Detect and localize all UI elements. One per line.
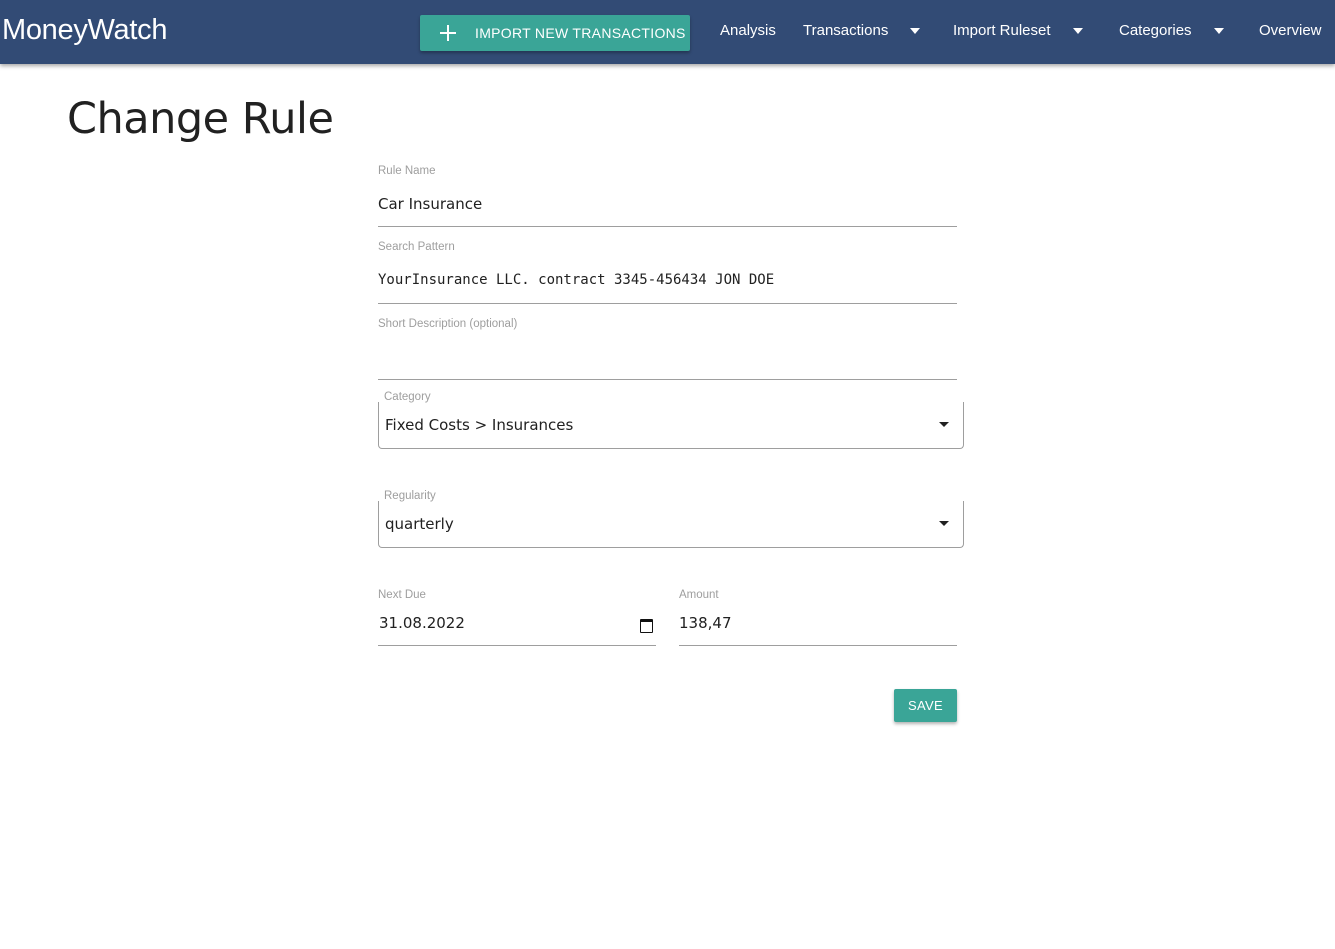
amount-label: Amount — [679, 589, 719, 601]
import-button-label: IMPORT NEW TRANSACTIONS — [475, 25, 686, 41]
page-title: Change Rule — [67, 94, 334, 144]
nav-item-label: Overview — [1259, 22, 1322, 39]
caret-down-icon — [1072, 27, 1083, 34]
category-select[interactable]: Category Fixed Costs > Insurances — [378, 391, 964, 449]
short-description-underline — [378, 379, 957, 380]
search-pattern-input[interactable]: YourInsurance LLC. contract 3345-456434 … — [378, 272, 774, 288]
short-description-field[interactable]: Short Description (optional) — [378, 318, 957, 380]
category-selected-value: Fixed Costs > Insurances — [385, 416, 574, 434]
nav-item-analysis[interactable]: Analysis — [720, 22, 776, 39]
regularity-label: Regularity — [384, 490, 438, 502]
search-pattern-field[interactable]: Search Pattern YourInsurance LLC. contra… — [378, 241, 957, 304]
save-button[interactable]: SAVE — [894, 689, 957, 722]
amount-underline — [679, 645, 957, 646]
nav-item-categories[interactable]: Categories — [1119, 22, 1224, 39]
nav-item-overview[interactable]: Overview — [1259, 22, 1322, 39]
app-logo[interactable]: MoneyWatch — [2, 14, 167, 47]
next-due-input[interactable]: 31.08.2022 — [379, 614, 465, 632]
nav-item-label: Import Ruleset — [953, 22, 1051, 39]
amount-field[interactable]: Amount 138,47 — [679, 589, 957, 646]
nav-item-transactions[interactable]: Transactions — [803, 22, 921, 39]
caret-down-icon — [1213, 27, 1224, 34]
import-new-transactions-button[interactable]: IMPORT NEW TRANSACTIONS — [420, 15, 690, 51]
rule-name-input[interactable]: Car Insurance — [378, 195, 482, 213]
rule-name-underline — [378, 226, 957, 227]
rule-name-field[interactable]: Rule Name Car Insurance — [378, 165, 957, 227]
search-pattern-underline — [378, 303, 957, 304]
nav-item-label: Categories — [1119, 22, 1192, 39]
nav-item-label: Transactions — [803, 22, 889, 39]
regularity-select[interactable]: Regularity quarterly — [378, 490, 964, 548]
calendar-icon[interactable] — [640, 619, 653, 633]
nav-item-import-ruleset[interactable]: Import Ruleset — [953, 22, 1083, 39]
search-pattern-label: Search Pattern — [378, 241, 455, 253]
short-description-label: Short Description (optional) — [378, 318, 518, 330]
nav-item-label: Analysis — [720, 22, 776, 39]
next-due-field[interactable]: Next Due 31.08.2022 — [378, 589, 656, 646]
caret-down-icon — [939, 521, 949, 526]
caret-down-icon — [910, 27, 921, 34]
caret-down-icon — [939, 422, 949, 427]
top-navbar: MoneyWatch IMPORT NEW TRANSACTIONS Analy… — [0, 0, 1335, 64]
amount-input[interactable]: 138,47 — [679, 614, 732, 632]
plus-icon — [440, 25, 456, 41]
category-label: Category — [384, 391, 433, 403]
rule-name-label: Rule Name — [378, 165, 436, 177]
next-due-underline — [378, 645, 656, 646]
next-due-label: Next Due — [378, 589, 426, 601]
regularity-selected-value: quarterly — [385, 515, 454, 533]
